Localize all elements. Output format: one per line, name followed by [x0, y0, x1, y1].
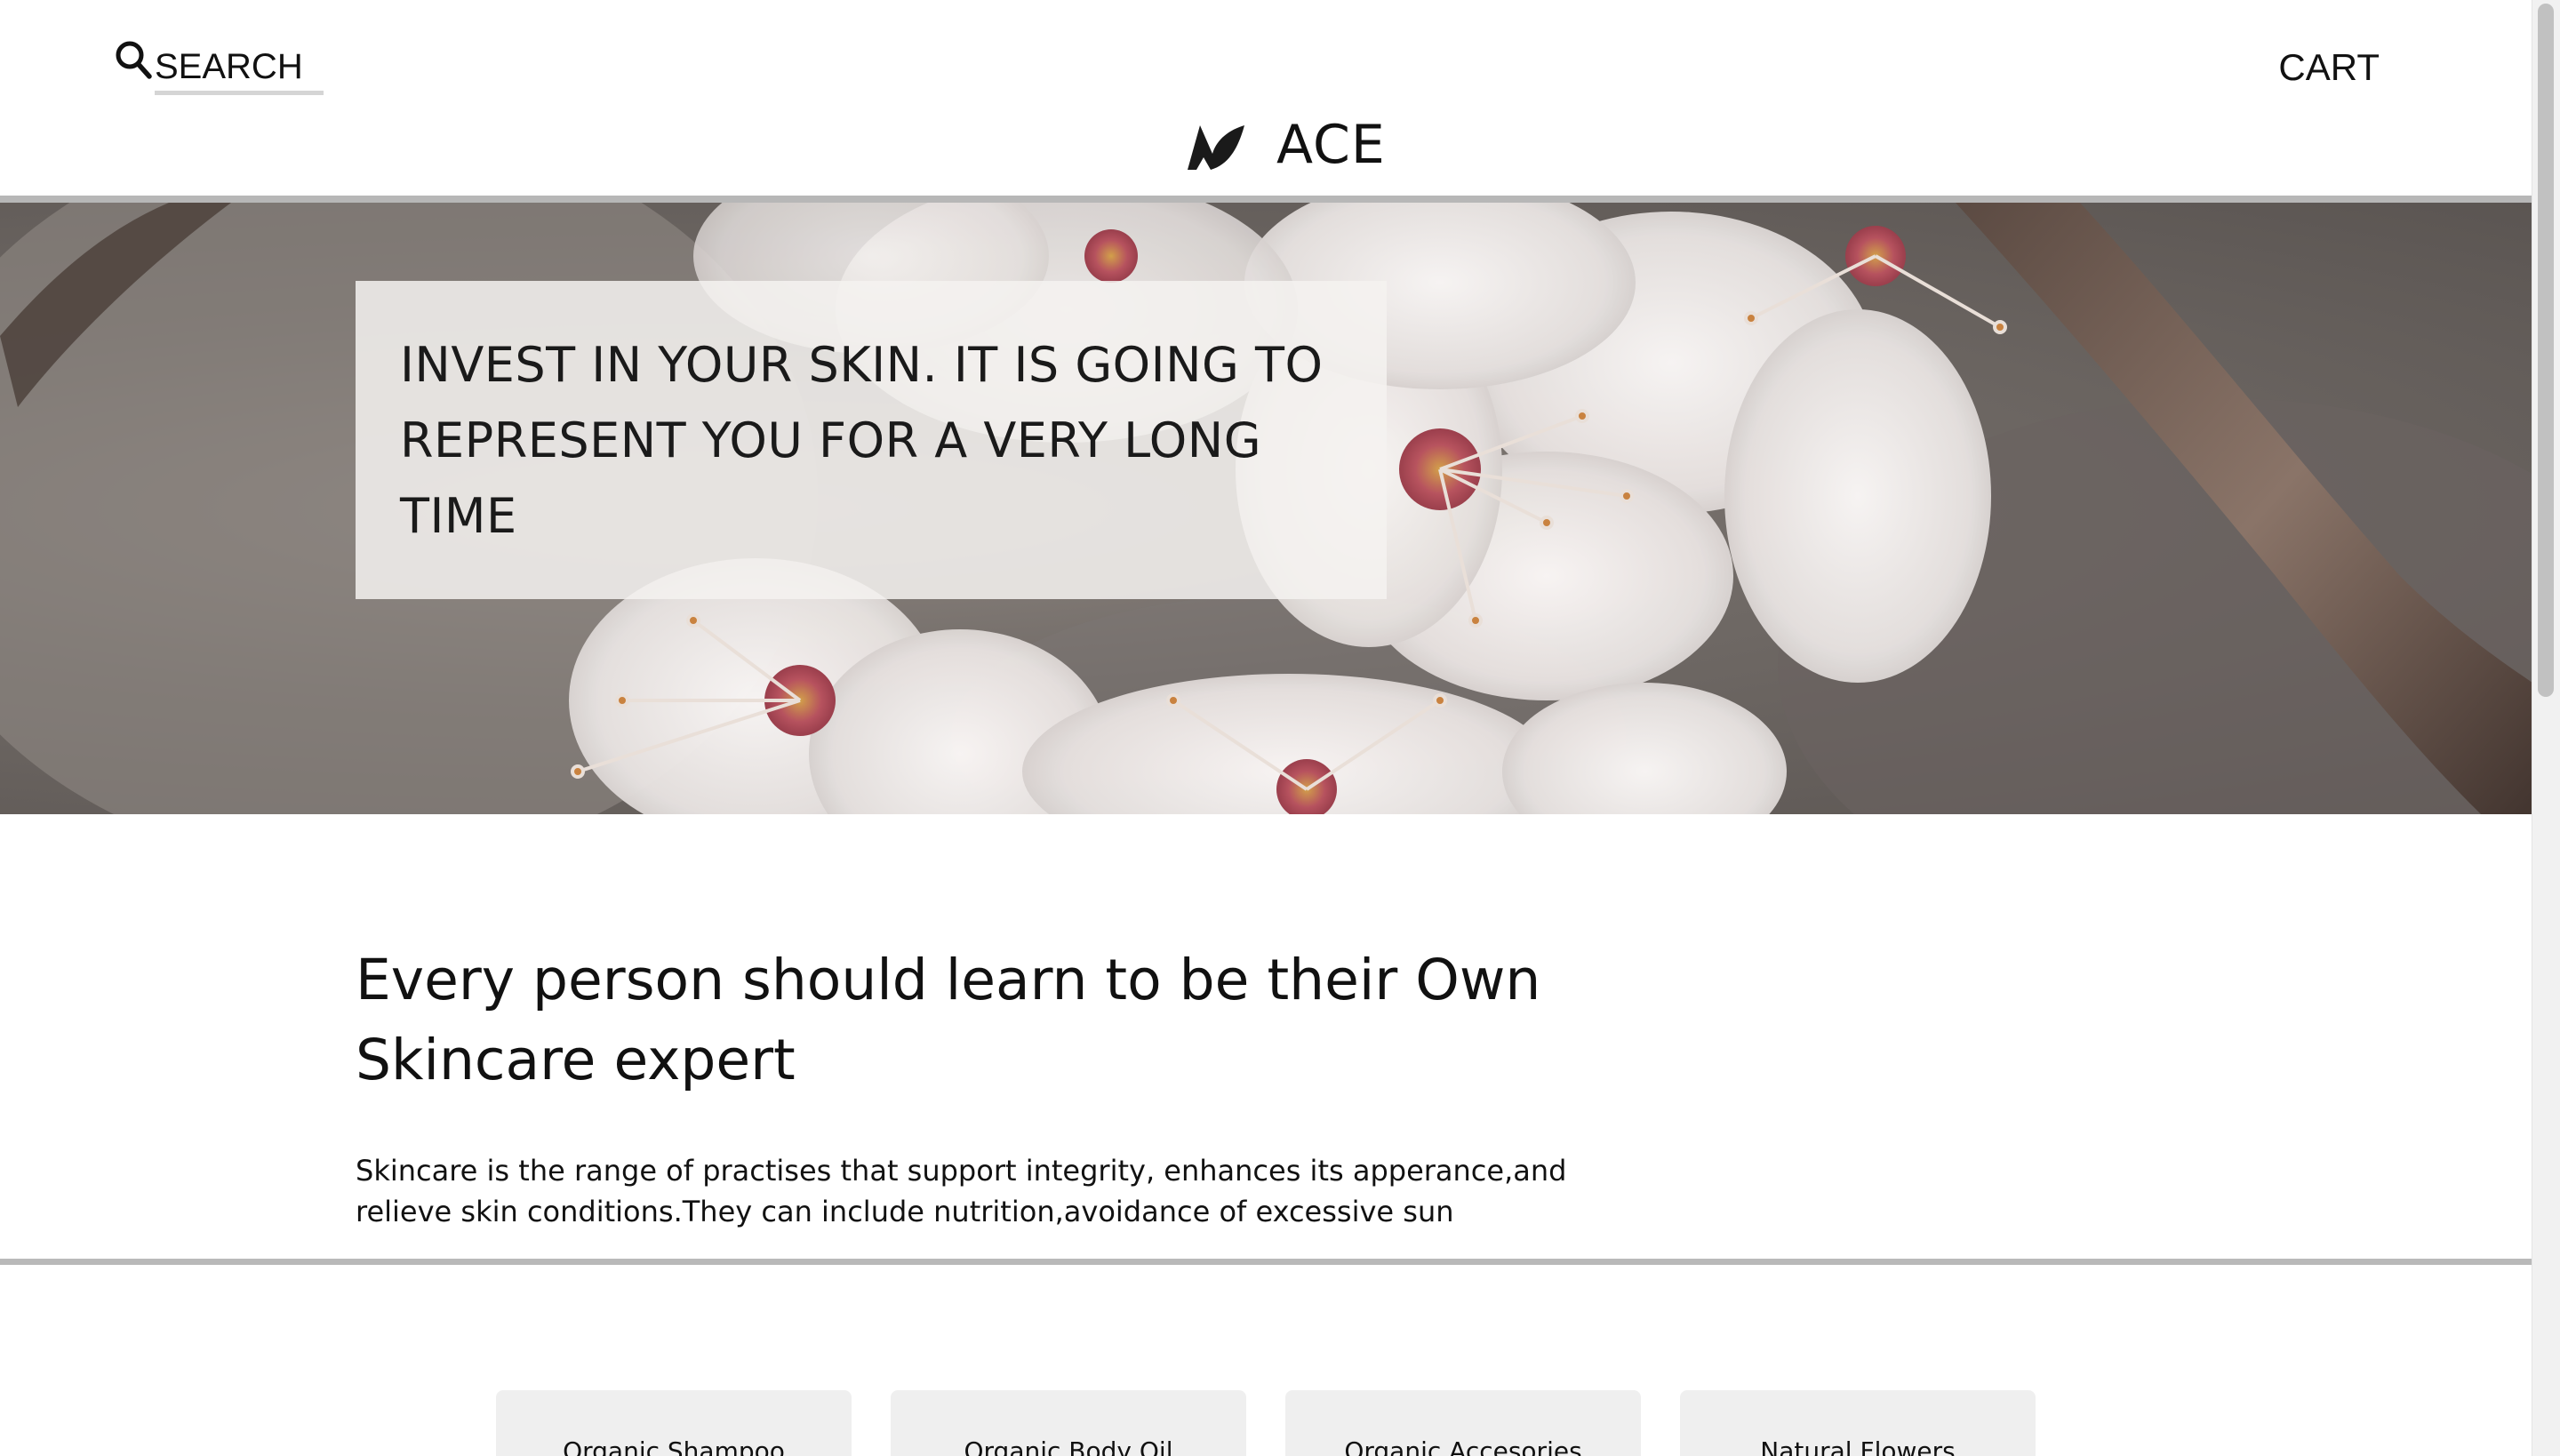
intro-section: Every person should learn to be their Ow… — [356, 940, 1707, 1232]
category-card-organic-shampoo[interactable]: Organic Shampoo — [496, 1390, 852, 1456]
vertical-scrollbar[interactable] — [2532, 0, 2560, 1456]
category-list: Organic Shampoo Organic Body Oil Organic… — [496, 1390, 2036, 1456]
search-bar[interactable] — [114, 39, 324, 95]
category-card-natural-flowers[interactable]: Natural Flowers — [1680, 1390, 2036, 1456]
page: ACE CART — [0, 0, 2560, 1456]
intro-title: Every person should learn to be their Ow… — [356, 948, 1541, 1092]
category-card-organic-body-oil[interactable]: Organic Body Oil — [891, 1390, 1246, 1456]
category-card-organic-accesories[interactable]: Organic Accesories — [1285, 1390, 1641, 1456]
cart-link[interactable]: CART — [2278, 46, 2380, 89]
brand[interactable]: ACE — [1186, 114, 1386, 176]
brand-name: ACE — [1276, 114, 1386, 176]
scrollbar-thumb[interactable] — [2538, 4, 2554, 697]
hero-banner: INVEST IN YOUR SKIN. IT IS GOING TO REPR… — [0, 203, 2532, 814]
hero-text-card: INVEST IN YOUR SKIN. IT IS GOING TO REPR… — [356, 281, 1387, 599]
brand-logo-icon — [1188, 125, 1244, 170]
search-field-underline — [155, 44, 324, 95]
site-header: ACE CART — [0, 0, 2532, 197]
search-input[interactable] — [155, 44, 324, 89]
search-icon[interactable] — [114, 39, 153, 82]
hero-heading: INVEST IN YOUR SKIN. IT IS GOING TO REPR… — [400, 337, 1324, 544]
hero-top-border — [0, 196, 2532, 203]
intro-text: Skincare is the range of practises that … — [356, 1154, 1567, 1228]
section-divider — [0, 1259, 2532, 1265]
